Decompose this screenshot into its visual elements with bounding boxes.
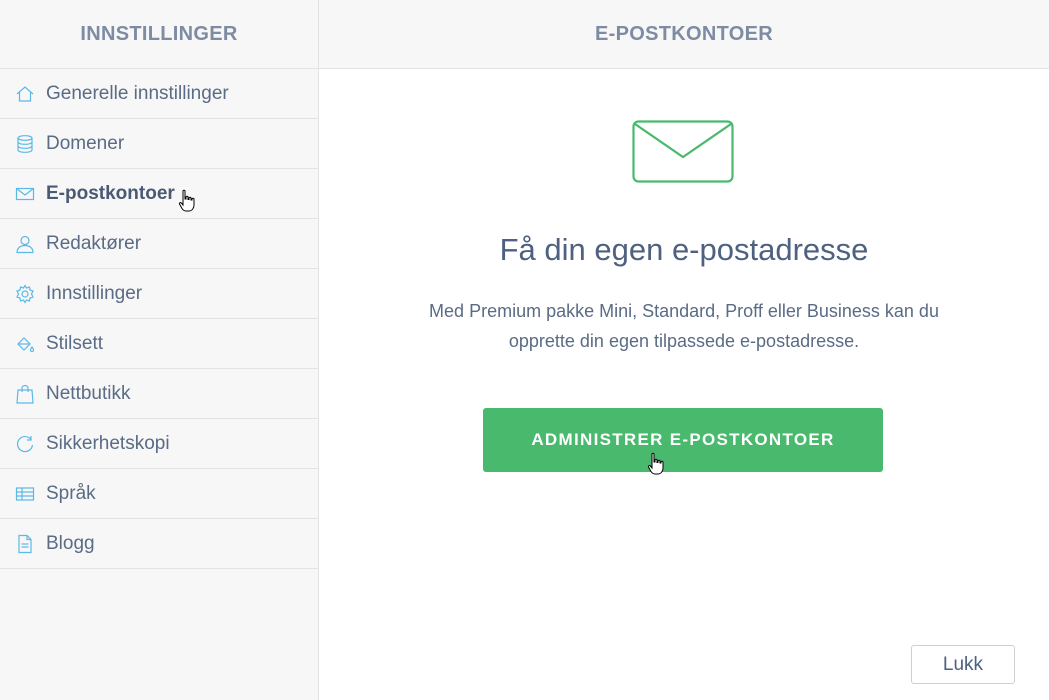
- headline: Få din egen e-postadresse: [499, 232, 869, 267]
- sidebar-header: INNSTILLINGER: [0, 0, 318, 69]
- sidebar-item-label: E-postkontoer: [46, 182, 175, 204]
- sidebar-item-general-settings[interactable]: Generelle innstillinger: [0, 69, 318, 119]
- sidebar-item-label: Domener: [46, 132, 125, 154]
- sidebar-item-webshop[interactable]: Nettbutikk: [0, 369, 318, 419]
- gear-icon: [14, 283, 36, 305]
- description: Med Premium pakke Mini, Standard, Proff …: [379, 296, 989, 356]
- email-accounts-panel: E-POSTKONTOER Få din egen e-postadresse …: [319, 0, 1049, 700]
- refresh-icon: [14, 433, 36, 455]
- close-button[interactable]: Lukk: [911, 645, 1015, 684]
- sidebar-item-blog[interactable]: Blogg: [0, 519, 318, 569]
- sidebar-item-label: Innstillinger: [46, 282, 143, 304]
- sidebar-item-label: Generelle innstillinger: [46, 82, 229, 104]
- sidebar-item-label: Språk: [46, 482, 96, 504]
- sidebar-item-label: Stilsett: [46, 332, 104, 354]
- description-line-1: Med Premium pakke Mini, Standard, Proff …: [429, 301, 939, 321]
- sidebar-title: INNSTILLINGER: [80, 22, 238, 45]
- sidebar-item-email-accounts[interactable]: E-postkontoer: [0, 169, 318, 219]
- description-line-2: opprette din egen tilpassede e-postadres…: [508, 331, 860, 351]
- sidebar-item-domains[interactable]: Domener: [0, 119, 318, 169]
- panel-header: E-POSTKONTOER: [319, 0, 1049, 69]
- settings-sidebar: INNSTILLINGER Generelle innstillinger Do…: [0, 0, 319, 700]
- sidebar-item-label: Blogg: [46, 532, 95, 554]
- sidebar-item-backup[interactable]: Sikkerhetskopi: [0, 419, 318, 469]
- shopping-bag-icon: [14, 383, 36, 405]
- language-table-icon: [14, 483, 36, 505]
- page-title: E-POSTKONTOER: [595, 22, 773, 45]
- database-icon: [14, 133, 36, 155]
- paint-bucket-icon: [14, 333, 36, 355]
- document-icon: [14, 533, 36, 555]
- user-icon: [14, 233, 36, 255]
- sidebar-nav: Generelle innstillinger Domener E-postko…: [0, 69, 318, 569]
- sidebar-item-settings[interactable]: Innstillinger: [0, 269, 318, 319]
- manage-email-accounts-button[interactable]: ADMINISTRER E-POSTKONTOER: [483, 408, 883, 472]
- home-icon: [14, 83, 36, 105]
- sidebar-item-editors[interactable]: Redaktører: [0, 219, 318, 269]
- sidebar-item-label: Redaktører: [46, 232, 142, 254]
- mail-icon: [14, 183, 36, 205]
- sidebar-item-language[interactable]: Språk: [0, 469, 318, 519]
- sidebar-item-label: Nettbutikk: [46, 382, 131, 404]
- sidebar-item-styles[interactable]: Stilsett: [0, 319, 318, 369]
- envelope-icon: [632, 120, 734, 183]
- sidebar-item-label: Sikkerhetskopi: [46, 432, 170, 454]
